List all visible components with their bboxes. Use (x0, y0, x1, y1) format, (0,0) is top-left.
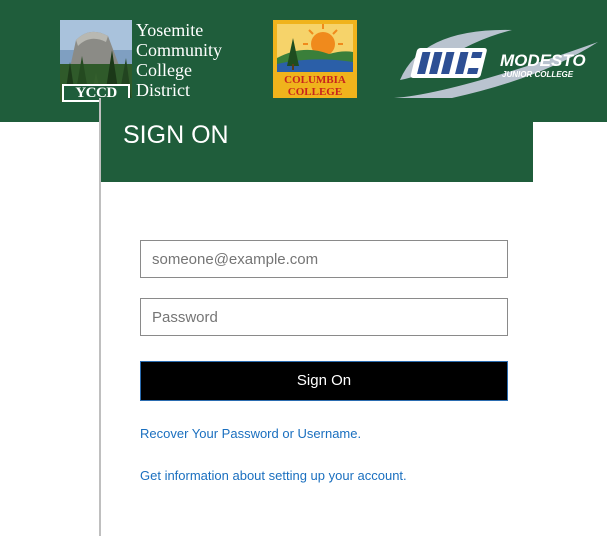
sign-on-button[interactable]: Sign On (140, 361, 508, 401)
yccd-line-1: Yosemite (136, 20, 204, 40)
yccd-line-3: College (136, 60, 192, 80)
yccd-logo[interactable]: Yosemite Community College District YCCD (60, 20, 260, 104)
columbia-line-1: COLUMBIA (284, 74, 346, 86)
columbia-line-2: COLLEGE (287, 86, 343, 98)
email-input[interactable] (140, 240, 508, 278)
account-setup-info-link[interactable]: Get information about setting up your ac… (140, 468, 407, 484)
recover-password-link[interactable]: Recover Your Password or Username. (140, 426, 361, 442)
mjc-logo[interactable]: MODESTO JUNIOR COLLEGE (392, 22, 602, 102)
signon-header: SIGN ON (101, 98, 533, 182)
columbia-wordmark: COLUMBIA COLLEGE (273, 74, 357, 98)
page-title: SIGN ON (123, 121, 229, 149)
yccd-line-4: District (136, 80, 190, 100)
password-input[interactable] (140, 298, 508, 336)
yccd-wordmark: Yosemite Community College District (136, 20, 222, 100)
columbia-college-logo[interactable]: COLUMBIA COLLEGE (273, 20, 357, 102)
mjc-subtitle: JUNIOR COLLEGE (502, 70, 574, 79)
columbia-emblem (277, 24, 353, 72)
yccd-line-2: Community (136, 40, 223, 60)
mjc-name: MODESTO (500, 51, 586, 70)
